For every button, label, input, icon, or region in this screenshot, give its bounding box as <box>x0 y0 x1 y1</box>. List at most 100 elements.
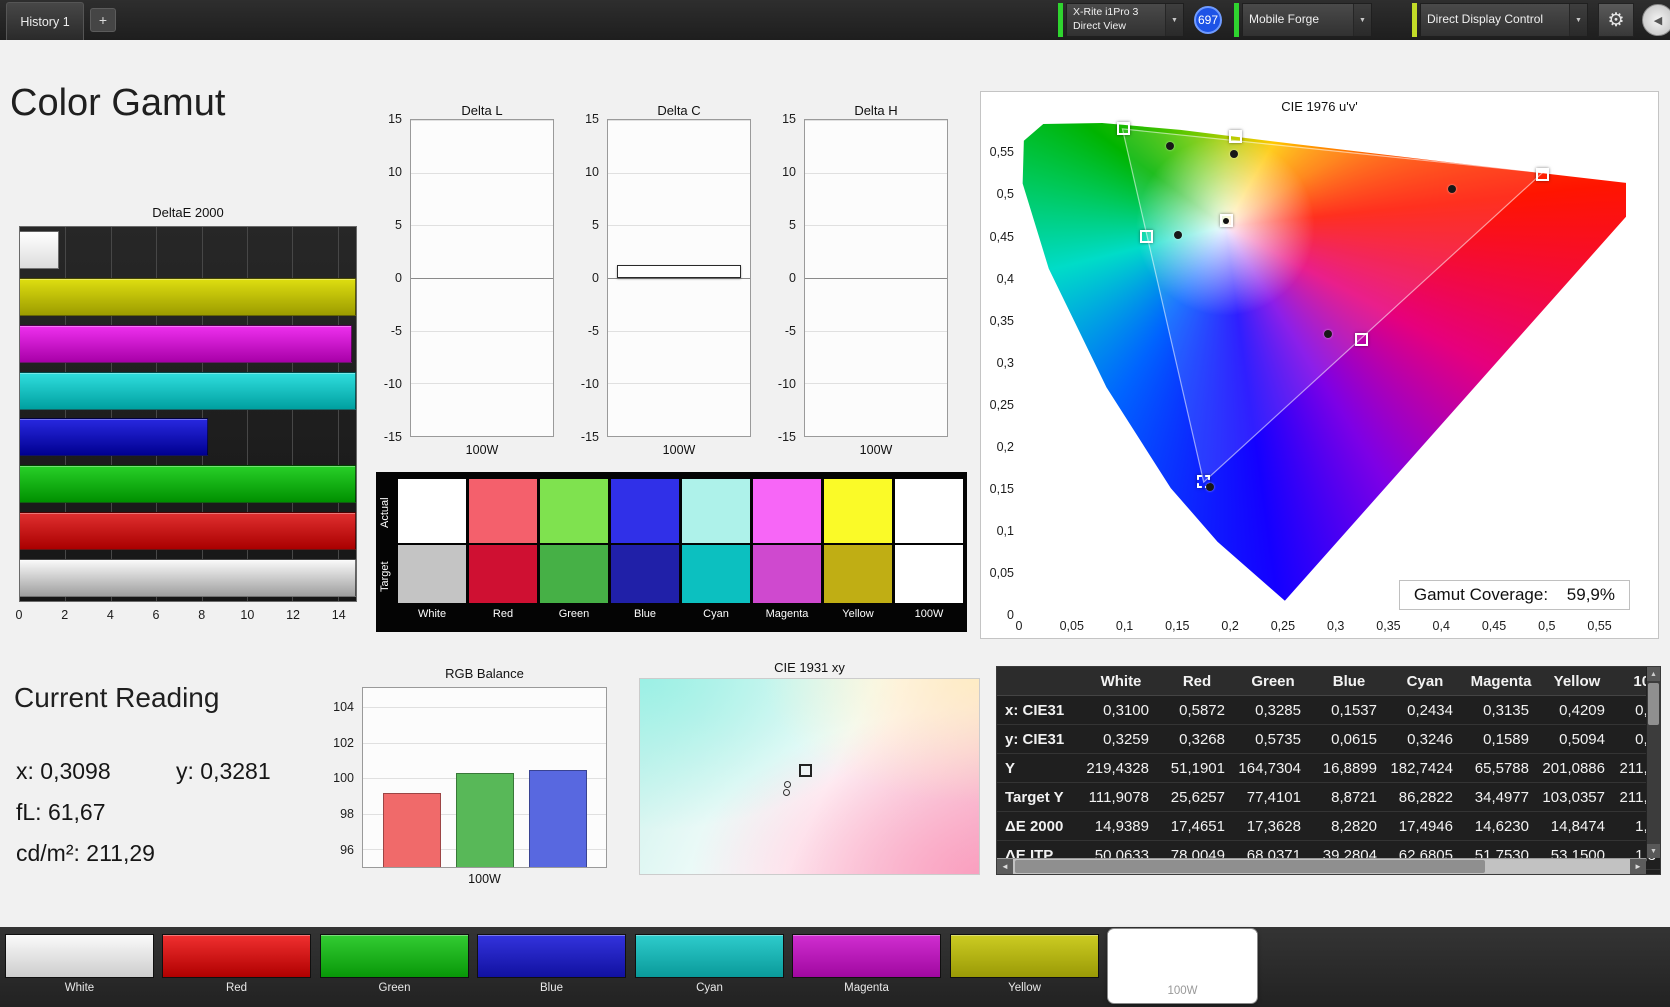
actual-target-compare-strip: Actual Target WhiteRedGreenBlueCyanMagen… <box>376 472 967 632</box>
vertical-scrollbar[interactable]: ▲ ▼ <box>1646 667 1660 858</box>
axis-category-label: 100W <box>362 872 607 886</box>
patch-color <box>162 934 311 978</box>
patch-button-blue[interactable]: Blue <box>477 934 626 1002</box>
patch-button-red[interactable]: Red <box>162 934 311 1002</box>
display-control-dropdown[interactable]: Direct Display Control ▼ <box>1420 3 1588 37</box>
display-control-name: Direct Display Control <box>1421 4 1569 36</box>
rgb-bar-red <box>383 793 441 867</box>
y-tick-label: 10 <box>585 165 599 179</box>
axis-category-label: 100W <box>607 443 751 457</box>
scroll-down-icon[interactable]: ▼ <box>1647 844 1660 858</box>
x-tick-label: 0 <box>16 608 23 622</box>
y-axis-labels: 151050-5-10-15 <box>372 119 406 437</box>
rgb-bar-blue <box>529 770 587 867</box>
cell-value: 182,7424 <box>1387 754 1463 782</box>
cell-value: 8,8721 <box>1311 783 1387 811</box>
source-dropdown[interactable]: Mobile Forge ▼ <box>1242 3 1372 37</box>
x-tick-label: 0,5 <box>1538 619 1555 633</box>
patch-button-green[interactable]: Green <box>320 934 469 1002</box>
column-header-blue: Blue <box>1311 667 1387 695</box>
target-marker-magenta <box>1355 333 1368 346</box>
chart-title: RGB Balance <box>362 666 607 681</box>
deltae-x-axis: 02468101214 <box>19 608 357 626</box>
target-swatch <box>611 545 679 603</box>
actual-swatch <box>540 479 608 543</box>
column-header-green: Green <box>1235 667 1311 695</box>
scroll-right-icon[interactable]: ► <box>1630 859 1646 874</box>
settings-button[interactable]: ⚙ <box>1598 3 1634 37</box>
y-tick-label: 15 <box>585 112 599 126</box>
patch-button-yellow[interactable]: Yellow <box>950 934 1099 1002</box>
y-tick-label: 98 <box>340 807 354 821</box>
target-marker-green <box>1117 122 1130 135</box>
gamut-coverage-value: 59,9% <box>1567 585 1615 604</box>
horizontal-scrollbar[interactable]: ◄ ► <box>997 858 1646 874</box>
cell-value: 0,2434 <box>1387 696 1463 724</box>
chart-title: Delta C <box>607 103 751 118</box>
rgb-balance-chart: RGB Balance 1041021009896 100W <box>322 666 607 894</box>
patch-color <box>477 934 626 978</box>
scroll-left-icon[interactable]: ◄ <box>997 859 1013 874</box>
target-swatch <box>753 545 821 603</box>
cie-1976-panel: CIE 1976 u'v' 00,050,10,150,20,250,30,35… <box>980 91 1659 639</box>
cell-value: 14,6230 <box>1463 812 1539 840</box>
cell-value: 0,3135 <box>1463 696 1539 724</box>
scrollbar-thumb[interactable] <box>1015 860 1485 873</box>
delta-c-bar <box>617 265 741 278</box>
compare-column-blue: Blue <box>611 479 679 620</box>
target-swatch <box>469 545 537 603</box>
reading-x-value: x: 0,3098 <box>16 758 111 785</box>
bottom-toolbar: WhiteRedGreenBlueCyanMagentaYellow100W ▲… <box>0 927 1670 1007</box>
y-tick-label: -5 <box>588 324 599 338</box>
compare-columns: WhiteRedGreenBlueCyanMagentaYellow100W <box>398 479 963 620</box>
axis-category-label: 100W <box>410 443 554 457</box>
collapse-panel-button[interactable]: ◀ <box>1642 4 1670 36</box>
patch-color <box>950 934 1099 978</box>
patch-button-magenta[interactable]: Magenta <box>792 934 941 1002</box>
cell-value: 0,3259 <box>1083 725 1159 753</box>
gridline <box>411 278 553 279</box>
delta-l-plot <box>410 119 554 437</box>
chart-title: Delta L <box>410 103 554 118</box>
cell-value: 0,3246 <box>1387 725 1463 753</box>
y-tick-label: 0,3 <box>997 356 1014 370</box>
gridline <box>411 173 553 174</box>
patch-color <box>320 934 469 978</box>
gridline <box>805 225 947 226</box>
patch-button-100w[interactable]: 100W <box>1108 929 1257 1003</box>
row-label: Target Y <box>997 783 1083 811</box>
delta-h-plot <box>804 119 948 437</box>
actual-swatch <box>753 479 821 543</box>
patch-button-cyan[interactable]: Cyan <box>635 934 784 1002</box>
cell-value: 111,9078 <box>1083 783 1159 811</box>
measurement-count-badge[interactable]: 697 <box>1194 6 1222 34</box>
cell-value: 8,2820 <box>1311 812 1387 840</box>
meter-dropdown[interactable]: X-Rite i1Pro 3 Direct View ▼ <box>1066 3 1184 37</box>
cell-value: 34,4977 <box>1463 783 1539 811</box>
gridline <box>411 120 553 121</box>
y-axis-labels: 151050-5-10-15 <box>766 119 800 437</box>
chevron-down-icon: ▼ <box>1165 4 1183 36</box>
measured-point <box>784 781 791 788</box>
calibration-app-window: History 1 + X-Rite i1Pro 3 Direct View ▼… <box>0 0 1670 1007</box>
tab-history-1[interactable]: History 1 <box>6 2 84 40</box>
patch-label: 100W <box>1108 985 1257 997</box>
delta-h-chart: Delta H 151050-5-10-15 100W <box>766 103 948 461</box>
add-tab-button[interactable]: + <box>90 8 116 32</box>
collapse-icon: ◀ <box>1654 14 1662 27</box>
x-tick-label: 12 <box>286 608 300 622</box>
cie-1976-plot <box>1019 123 1626 615</box>
plus-icon: + <box>99 12 107 28</box>
target-swatch <box>824 545 892 603</box>
patch-button-white[interactable]: White <box>5 934 154 1002</box>
patch-label: White <box>5 982 154 994</box>
scrollbar-thumb[interactable] <box>1648 683 1659 725</box>
scroll-up-icon[interactable]: ▲ <box>1647 667 1660 681</box>
actual-swatch <box>611 479 679 543</box>
gridline <box>411 436 553 437</box>
chevron-down-icon: ▼ <box>1569 4 1587 36</box>
target-swatch <box>895 545 963 603</box>
y-tick-label: 10 <box>388 165 402 179</box>
actual-row-label: Actual <box>379 482 395 544</box>
chart-title: CIE 1976 u'v' <box>981 99 1658 114</box>
